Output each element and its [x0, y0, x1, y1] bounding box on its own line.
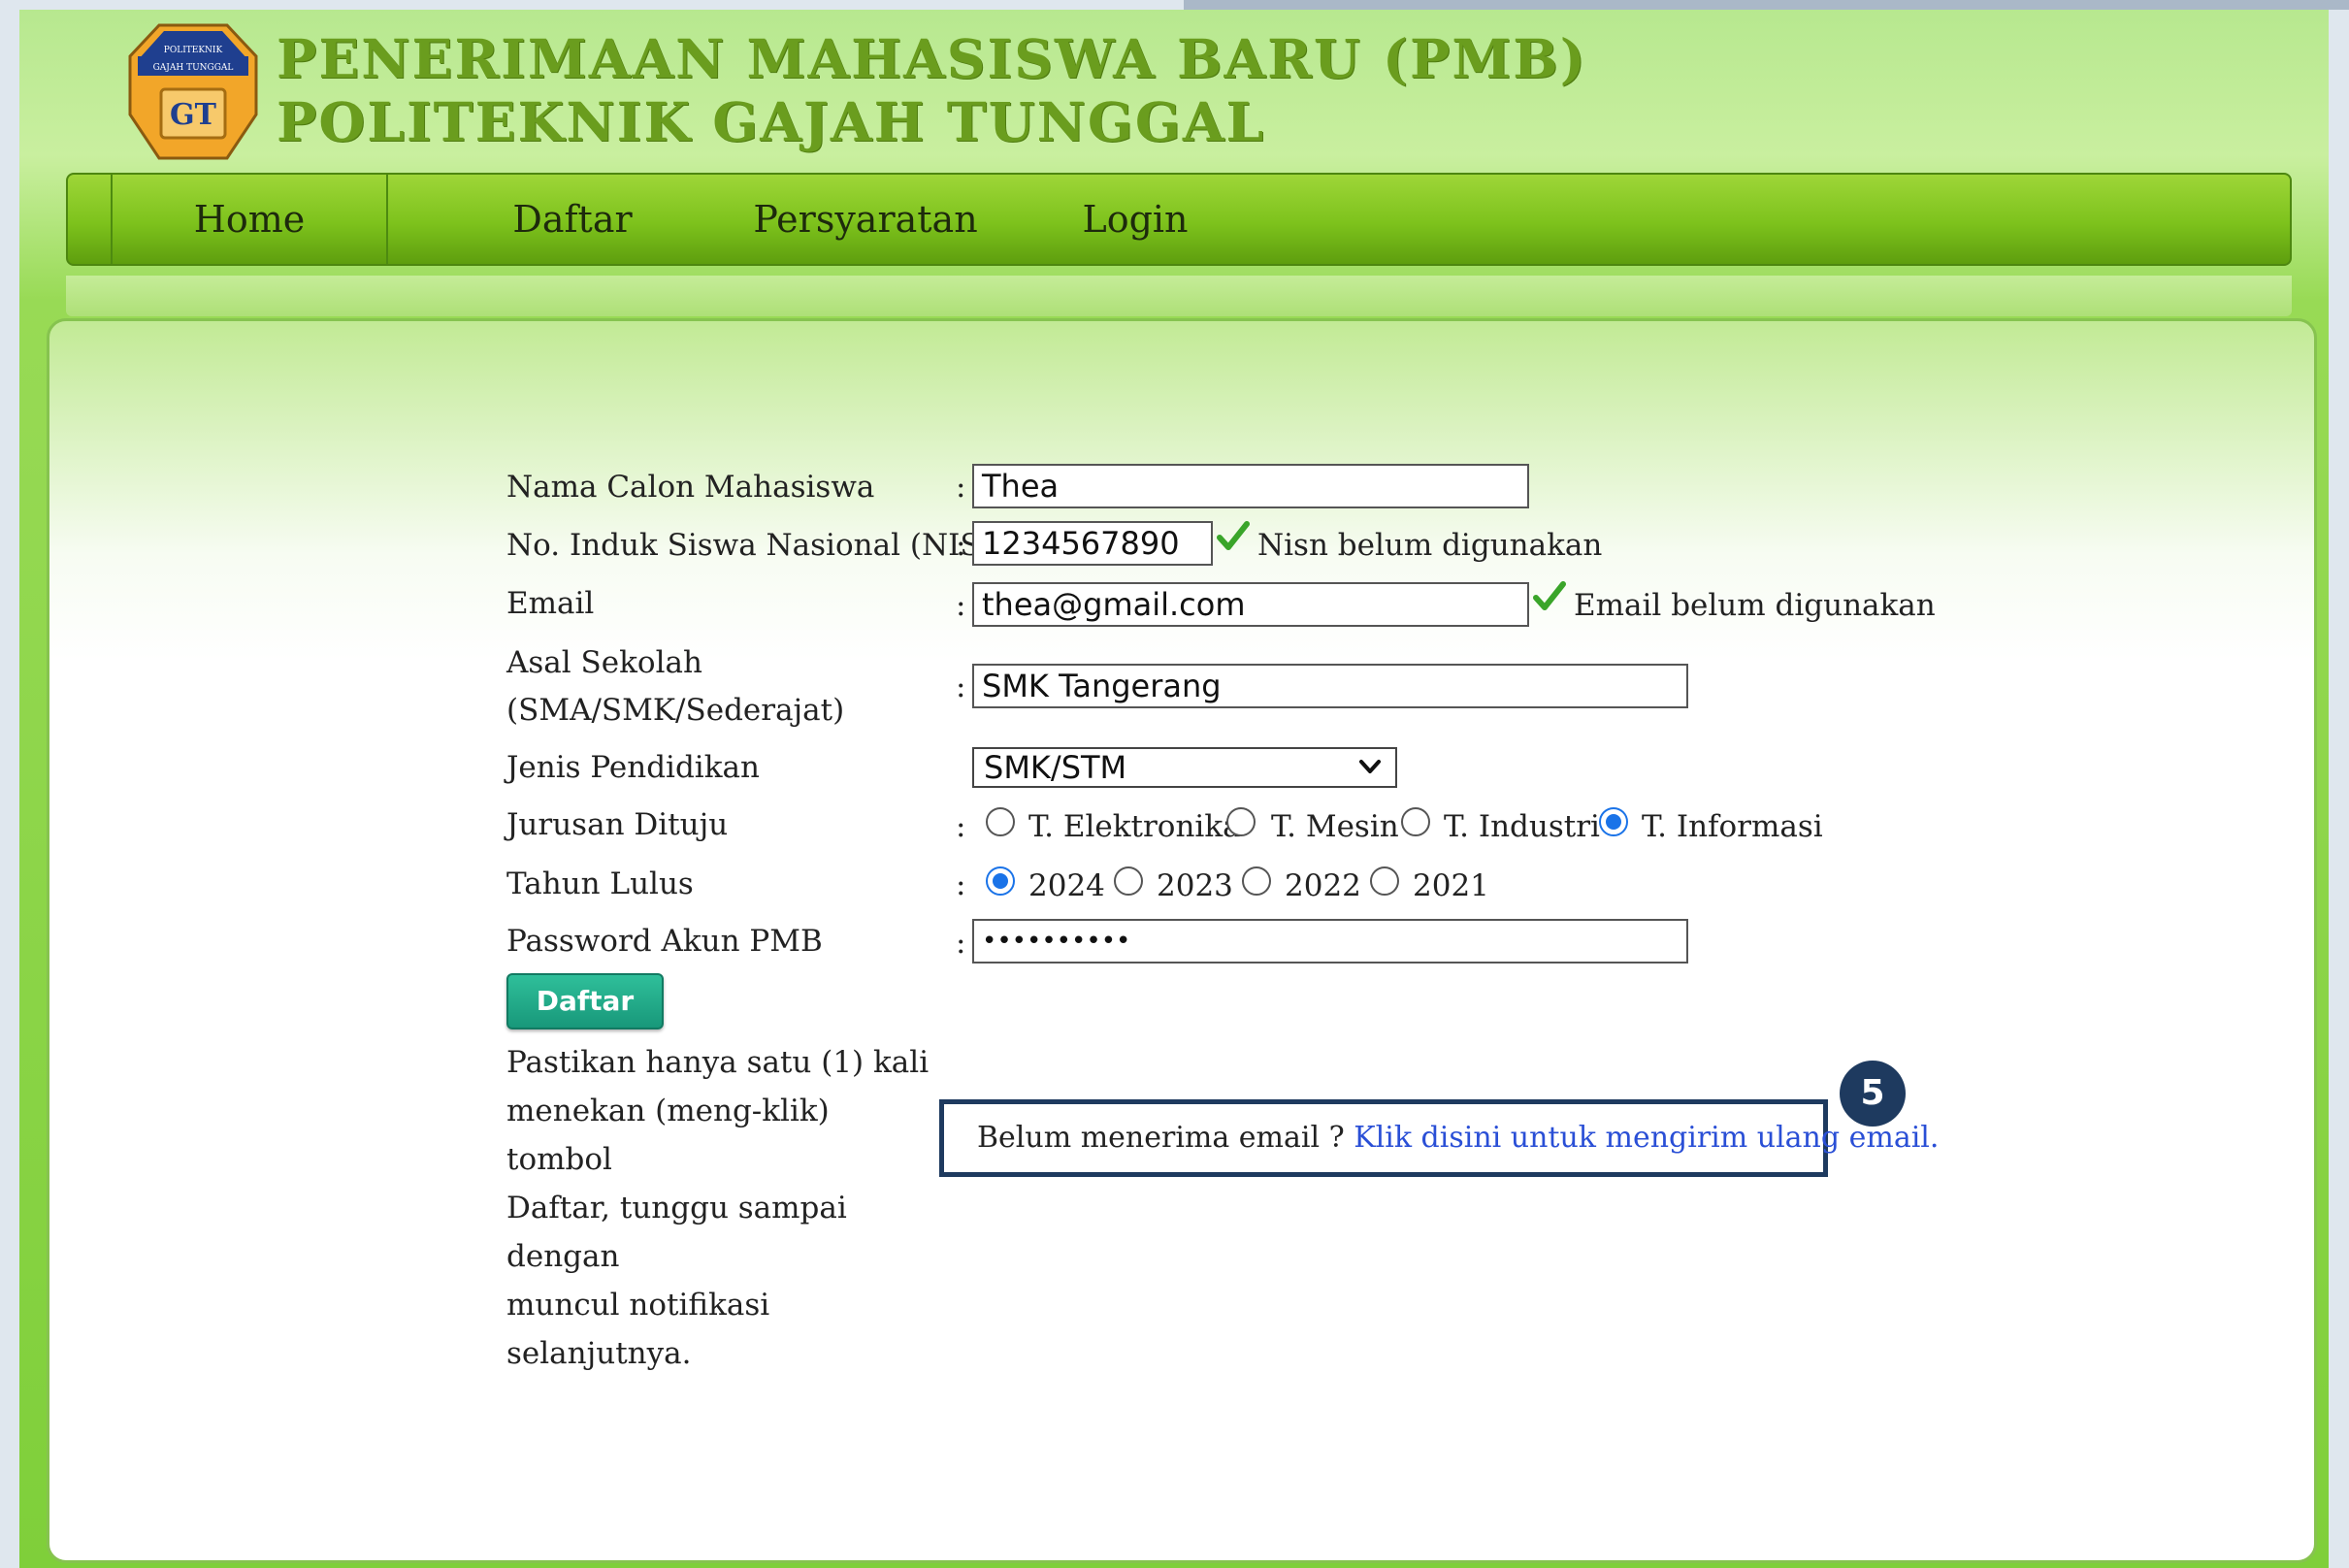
instruction-line: menekan (meng-klik) tombol	[506, 1094, 830, 1177]
svg-text:POLITEKNIK: POLITEKNIK	[164, 46, 223, 55]
major-informasi-label: T. Informasi	[1642, 809, 1823, 844]
major-elektronika-label: T. Elektronika	[1028, 809, 1241, 844]
major-label: Jurusan Dituju	[506, 807, 729, 842]
svg-text:GAJAH TUNGGAL: GAJAH TUNGGAL	[153, 63, 234, 73]
year-2023-radio[interactable]	[1114, 866, 1143, 896]
major-elektronika-radio[interactable]	[986, 807, 1015, 836]
password-input[interactable]: ••••••••••	[972, 919, 1688, 964]
name-input[interactable]: Thea	[972, 464, 1529, 508]
nav-divider	[386, 175, 388, 264]
school-label-line2: (SMA/SMK/Sederajat)	[506, 693, 845, 728]
nisn-label: No. Induk Siswa Nasional (NISN)	[506, 528, 1019, 563]
year-2023-label: 2023	[1157, 868, 1233, 903]
nav-subbar	[66, 276, 2292, 316]
major-industri-label: T. Industri	[1444, 809, 1600, 844]
year-2022-label: 2022	[1285, 868, 1361, 903]
nisn-input[interactable]: 1234567890	[972, 521, 1213, 566]
graduation-year-label: Tahun Lulus	[506, 866, 694, 901]
password-label: Password Akun PMB	[506, 924, 823, 959]
site-title: PENERIMAAN MAHASISWA BARU (PMB) POLITEKN…	[277, 27, 1587, 153]
education-label: Jenis Pendidikan	[506, 750, 760, 785]
year-2021-label: 2021	[1413, 868, 1489, 903]
major-informasi-radio[interactable]	[1599, 807, 1628, 836]
major-mesin-radio[interactable]	[1226, 807, 1256, 836]
resend-email-callout: Belum menerima email ? Klik disini untuk…	[939, 1099, 1939, 1177]
instruction-line: muncul notifikasi selanjutnya.	[506, 1288, 770, 1371]
page-background: POLITEKNIK GAJAH TUNGGAL GT PENERIMAAN M…	[19, 10, 2329, 1568]
colon: :	[956, 670, 966, 704]
colon: :	[956, 926, 966, 961]
major-industri-radio[interactable]	[1401, 807, 1430, 836]
nisn-status: Nisn belum digunakan	[1257, 528, 1603, 563]
resend-email-link[interactable]: Klik disini untuk mengirim ulang email.	[1354, 1121, 1939, 1155]
step-number-badge: 5	[1840, 1061, 1906, 1127]
colon: :	[956, 809, 966, 844]
year-2022-radio[interactable]	[1242, 866, 1271, 896]
main-nav: Home Daftar Persyaratan Login	[66, 173, 2292, 266]
resend-email-prompt: Belum menerima email ?	[977, 1121, 1354, 1155]
nav-item-home[interactable]: Home	[113, 175, 386, 264]
site-title-line1: PENERIMAAN MAHASISWA BARU (PMB)	[277, 27, 1587, 90]
check-icon	[1217, 521, 1250, 550]
instruction-line: Daftar, tunggu sampai dengan	[506, 1191, 847, 1274]
email-input[interactable]: thea@gmail.com	[972, 582, 1529, 627]
nav-item-login[interactable]: Login	[1038, 175, 1232, 264]
colon: :	[956, 588, 966, 623]
email-status: Email belum digunakan	[1574, 588, 1936, 623]
nav-item-daftar[interactable]: Daftar	[456, 175, 689, 264]
name-label: Nama Calon Mahasiswa	[506, 470, 875, 505]
check-icon	[1533, 581, 1566, 610]
school-label-line1: Asal Sekolah	[506, 645, 702, 680]
colon: :	[956, 867, 966, 902]
email-label: Email	[506, 586, 595, 621]
college-logo[interactable]: POLITEKNIK GAJAH TUNGGAL GT	[120, 17, 266, 163]
instruction-line: Pastikan hanya satu (1) kali	[506, 1045, 930, 1080]
colon: :	[956, 470, 966, 505]
major-mesin-label: T. Mesin	[1271, 809, 1399, 844]
site-title-line2: POLITEKNIK GAJAH TUNGGAL	[277, 90, 1266, 153]
year-2021-radio[interactable]	[1370, 866, 1399, 896]
svg-text:GT: GT	[170, 98, 217, 132]
chevron-down-icon	[1359, 760, 1381, 773]
top-strip	[1184, 0, 2349, 10]
education-select[interactable]: SMK/STM	[972, 747, 1397, 788]
education-selected: SMK/STM	[984, 749, 1127, 786]
instruction-text: Pastikan hanya satu (1) kali menekan (me…	[506, 1038, 933, 1378]
year-2024-radio[interactable]	[986, 866, 1015, 896]
resend-email-text: Belum menerima email ? Klik disini untuk…	[977, 1116, 1939, 1160]
colon: :	[956, 528, 966, 563]
year-2024-label: 2024	[1028, 868, 1105, 903]
daftar-button[interactable]: Daftar	[506, 973, 664, 1029]
nav-item-persyaratan[interactable]: Persyaratan	[720, 175, 1011, 264]
school-input[interactable]: SMK Tangerang	[972, 664, 1688, 708]
